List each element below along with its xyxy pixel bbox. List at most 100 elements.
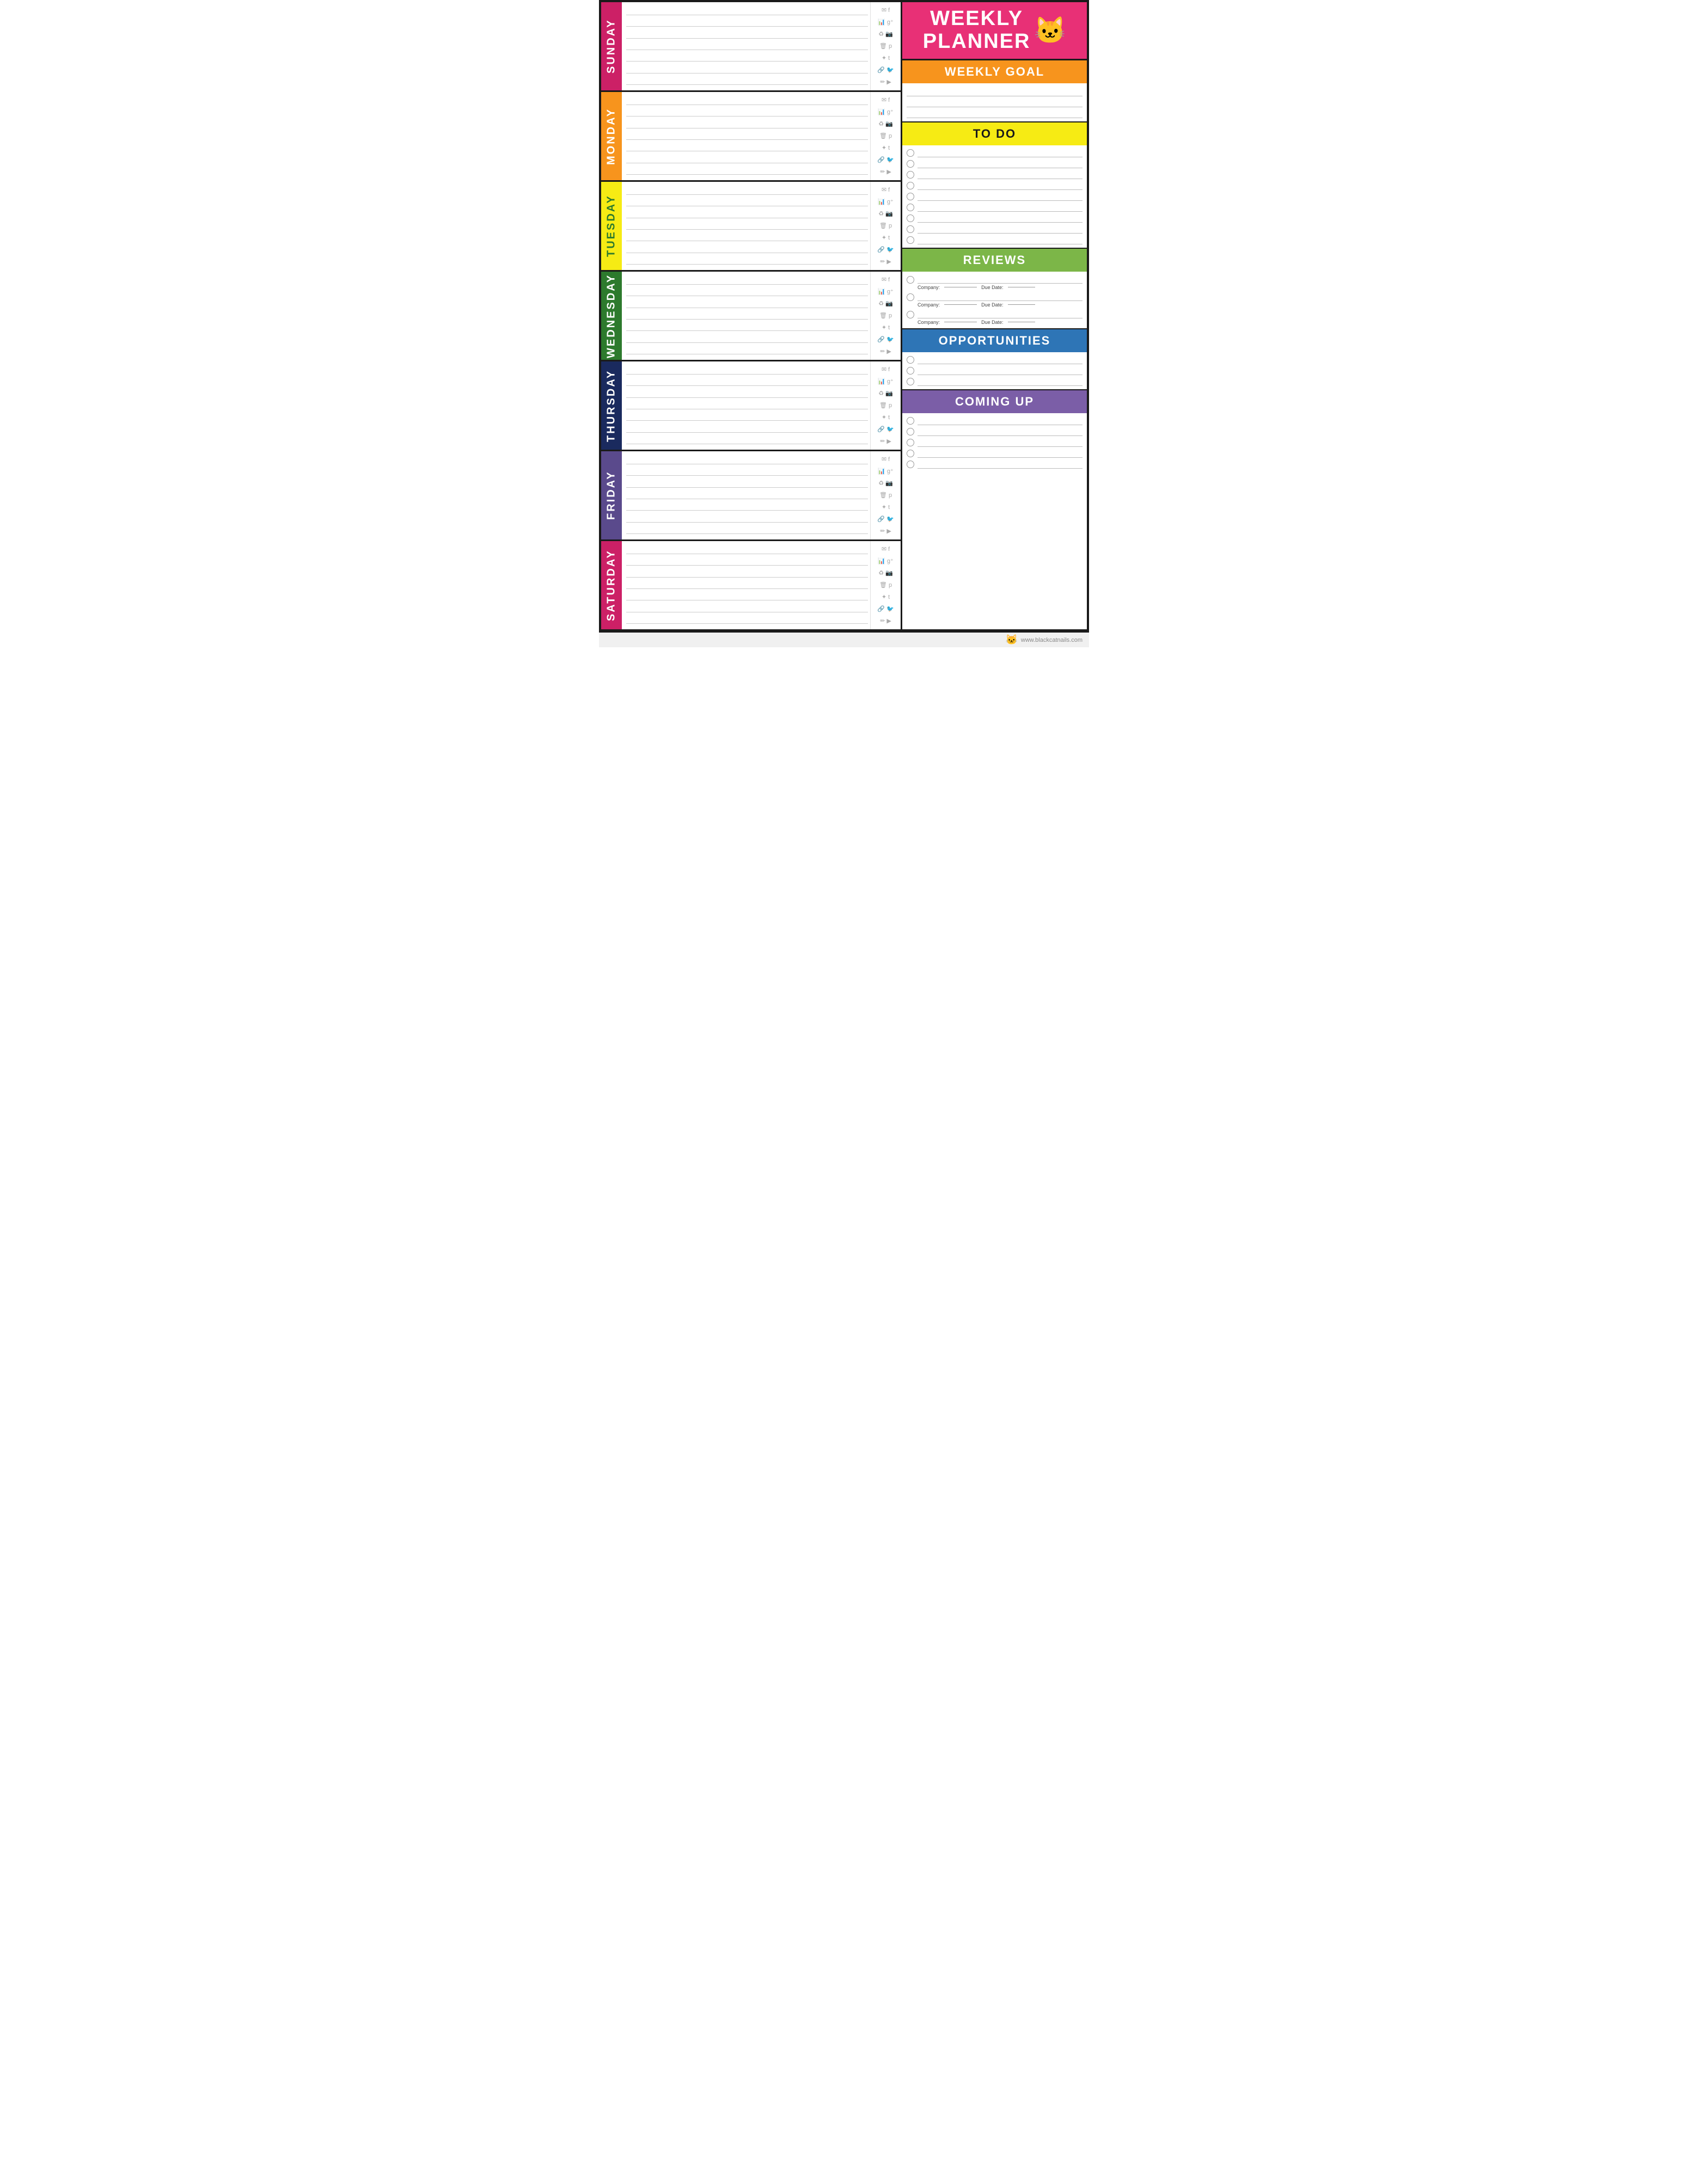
instagram-icon: 📷 [885, 211, 893, 217]
twitter-icon: 🐦 [886, 157, 894, 163]
icon-row: ♻📷 [878, 301, 893, 307]
trash-icon: 🗑 [879, 493, 887, 499]
todo-item [902, 224, 1087, 235]
todo-items [902, 145, 1087, 248]
opp-checkbox[interactable] [907, 356, 914, 364]
coming-up-checkbox[interactable] [907, 428, 914, 435]
line [626, 389, 868, 398]
review-checkbox[interactable] [907, 293, 914, 301]
todo-item [902, 158, 1087, 169]
icon-row: 🔗🐦 [877, 606, 894, 612]
sunday-row: SUNDAY ✉ f 📊 g⁺ ♻ [601, 2, 901, 92]
icon-row: ✉f [882, 547, 890, 553]
coming-up-item [902, 426, 1087, 437]
wednesday-lines [622, 272, 870, 360]
icon-row: ♻📷 [878, 211, 893, 217]
trash-icon: 🗑 [879, 582, 887, 588]
email-icon: ✉ [882, 187, 886, 193]
todo-checkbox[interactable] [907, 160, 914, 168]
wednesday-label: WEDNESDAY [601, 272, 622, 360]
todo-checkbox[interactable] [907, 236, 914, 244]
email-icon: ✉ [882, 367, 886, 373]
todo-checkbox[interactable] [907, 204, 914, 211]
todo-checkbox[interactable] [907, 214, 914, 222]
opp-line [918, 366, 1082, 375]
gplus-icon: g⁺ [887, 20, 894, 26]
link-icon: 🔗 [877, 606, 885, 612]
review-meta: Company: Due Date: [907, 302, 1082, 308]
todo-item [902, 191, 1087, 202]
icon-row: 🗑p [879, 582, 892, 588]
star-icon: ✦ [882, 235, 886, 241]
opportunities-section: OPPORTUNITIES [902, 329, 1087, 390]
todo-checkbox[interactable] [907, 182, 914, 189]
sunday-icons: ✉ f 📊 g⁺ ♻ 📷 🗑 p ✦ t [870, 2, 901, 90]
instagram-icon: 📷 [885, 121, 893, 127]
review-checkbox[interactable] [907, 311, 914, 318]
review-checkbox[interactable] [907, 276, 914, 284]
icon-row: ✉f [882, 187, 890, 193]
icon-row: 📊g⁺ [878, 109, 894, 115]
edit-icon: ✏ [880, 79, 885, 85]
saturday-lines [622, 541, 870, 629]
due-date-label: Due Date: [981, 320, 1004, 325]
email-icon: ✉ [882, 457, 886, 463]
friday-icons: ✉f 📊g⁺ ♻📷 🗑p ✦t 🔗🐦 ✏▶ [870, 451, 901, 539]
sunday-label: SUNDAY [601, 2, 622, 90]
todo-text-line [918, 203, 1082, 212]
line [626, 186, 868, 195]
icon-row: ✏▶ [880, 169, 891, 175]
line [626, 41, 868, 50]
icon-row: 🔗🐦 [877, 427, 894, 433]
pinterest-icon: p [889, 582, 892, 588]
pinterest-icon: p [889, 313, 892, 319]
icon-row: 🗑 p [879, 44, 892, 50]
line [626, 96, 868, 105]
footer: 🐱 www.blackcatnails.com [599, 631, 1089, 647]
email-icon: ✉ [882, 8, 886, 14]
coming-up-checkbox[interactable] [907, 461, 914, 468]
chart-icon: 📊 [878, 20, 885, 26]
trash-icon: 🗑 [879, 44, 887, 50]
opp-checkbox[interactable] [907, 367, 914, 375]
icon-row: 📊g⁺ [878, 379, 894, 385]
todo-section: TO DO [902, 122, 1087, 249]
company-label: Company: [918, 302, 940, 308]
todo-checkbox[interactable] [907, 193, 914, 200]
icon-row: ✏▶ [880, 349, 891, 355]
todo-checkbox[interactable] [907, 171, 914, 179]
opp-checkbox[interactable] [907, 378, 914, 385]
link-icon: 🔗 [877, 517, 885, 523]
thursday-row: THURSDAY ✉f 📊g⁺ ♻📷 🗑p ✦t 🔗🐦 ✏▶ [601, 361, 901, 451]
todo-checkbox[interactable] [907, 225, 914, 233]
coming-up-checkbox[interactable] [907, 450, 914, 457]
todo-checkbox[interactable] [907, 149, 914, 157]
coming-up-checkbox[interactable] [907, 417, 914, 425]
pinterest-icon: p [889, 223, 892, 229]
instagram-icon: 📷 [885, 301, 893, 307]
icon-row: ✉ f [882, 8, 890, 14]
icon-row: 🗑p [879, 403, 892, 409]
todo-text-line [918, 159, 1082, 168]
icon-row: 📊 g⁺ [878, 20, 894, 26]
title-line2: PLANNER [923, 30, 1031, 53]
todo-item [902, 148, 1087, 158]
todo-text-line [918, 149, 1082, 157]
tumblr-icon: t [888, 505, 890, 511]
link-icon: 🔗 [877, 157, 885, 163]
line [626, 276, 868, 285]
trash-icon: 🗑 [879, 223, 887, 229]
due-date-line [1008, 304, 1035, 305]
saturday-icons: ✉f 📊g⁺ ♻📷 🗑p ✦t 🔗🐦 ✏▶ [870, 541, 901, 629]
icon-row: ✏▶ [880, 529, 891, 535]
icon-row: ✦t [882, 505, 890, 511]
line [626, 456, 868, 464]
company-line [944, 304, 977, 305]
saturday-row: SATURDAY ✉f 📊g⁺ ♻📷 🗑p ✦t 🔗🐦 ✏▶ [601, 541, 901, 629]
goal-line [907, 87, 1082, 96]
due-date-label: Due Date: [981, 285, 1004, 290]
coming-up-checkbox[interactable] [907, 439, 914, 446]
company-label: Company: [918, 320, 940, 325]
email-icon: ✉ [882, 277, 886, 283]
todo-header: TO DO [902, 122, 1087, 145]
